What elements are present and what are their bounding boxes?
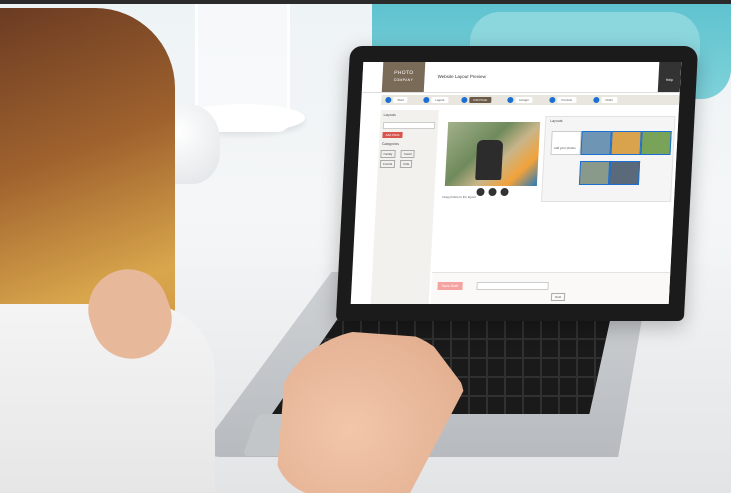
- step-start[interactable]: Start: [393, 97, 408, 103]
- brand-sub: COMPANY: [393, 78, 414, 82]
- step-layout[interactable]: Layout: [431, 97, 449, 103]
- screen-header: PHOTO COMPANY Website Layout Preview Hel…: [361, 62, 682, 93]
- notes-field[interactable]: [476, 282, 549, 290]
- play-icon[interactable]: [488, 188, 497, 196]
- save-draft-button[interactable]: Save Draft: [437, 282, 463, 290]
- scene: PHOTO COMPANY Website Layout Preview Hel…: [0, 4, 731, 493]
- left-panel: Layouts Add Photo Categories Family Trav…: [370, 110, 439, 304]
- layout-thumb[interactable]: [580, 131, 612, 155]
- step-dot-icon: [593, 97, 600, 103]
- step-edit-photo[interactable]: Edit Photo: [469, 97, 492, 103]
- step-dot-icon: [461, 97, 468, 103]
- page-title: Website Layout Preview: [437, 74, 486, 79]
- add-photo-button[interactable]: Add Photo: [382, 132, 403, 138]
- step-bar: Start Layout Edit Photo Design Preview O…: [381, 95, 680, 105]
- search-input[interactable]: [382, 122, 436, 129]
- layout-thumb-empty[interactable]: Add your photos: [550, 131, 582, 155]
- photo-book-preview[interactable]: [444, 122, 541, 186]
- next-button[interactable]: Next: [550, 293, 566, 301]
- next-icon[interactable]: [500, 188, 509, 196]
- empty-thumb-label: Add your photos: [553, 146, 576, 150]
- layout-thumb[interactable]: [608, 161, 641, 185]
- brand-name: PHOTO: [393, 70, 414, 76]
- step-order[interactable]: Order: [601, 97, 618, 103]
- category-chip[interactable]: Travel: [400, 150, 415, 158]
- step-dot-icon: [385, 97, 392, 103]
- step-dot-icon: [423, 97, 430, 103]
- step-preview[interactable]: Preview: [557, 97, 577, 103]
- categories-label: Categories: [381, 142, 400, 146]
- step-design[interactable]: Design: [515, 97, 533, 103]
- category-chip[interactable]: Family: [380, 150, 396, 158]
- help-button[interactable]: Help: [657, 62, 682, 92]
- book-photo-people: [475, 140, 504, 180]
- category-chip[interactable]: Kids: [400, 160, 413, 168]
- layout-thumb[interactable]: [640, 131, 672, 155]
- left-panel-heading: Layouts: [383, 113, 396, 117]
- category-chip[interactable]: Events: [379, 160, 396, 168]
- step-dot-icon: [507, 97, 514, 103]
- book-caption: Drag photos to the layout: [442, 195, 476, 199]
- bottom-bar: Save Draft Next: [430, 272, 671, 304]
- brand-logo[interactable]: PHOTO COMPANY: [381, 62, 426, 92]
- laptop-screen: PHOTO COMPANY Website Layout Preview Hel…: [350, 62, 682, 304]
- layouts-panel: Layouts Add your photos: [541, 116, 676, 202]
- layouts-title: Layouts: [550, 119, 563, 123]
- layout-thumb[interactable]: [578, 161, 611, 185]
- step-dot-icon: [549, 97, 556, 103]
- layout-thumb[interactable]: [610, 131, 642, 155]
